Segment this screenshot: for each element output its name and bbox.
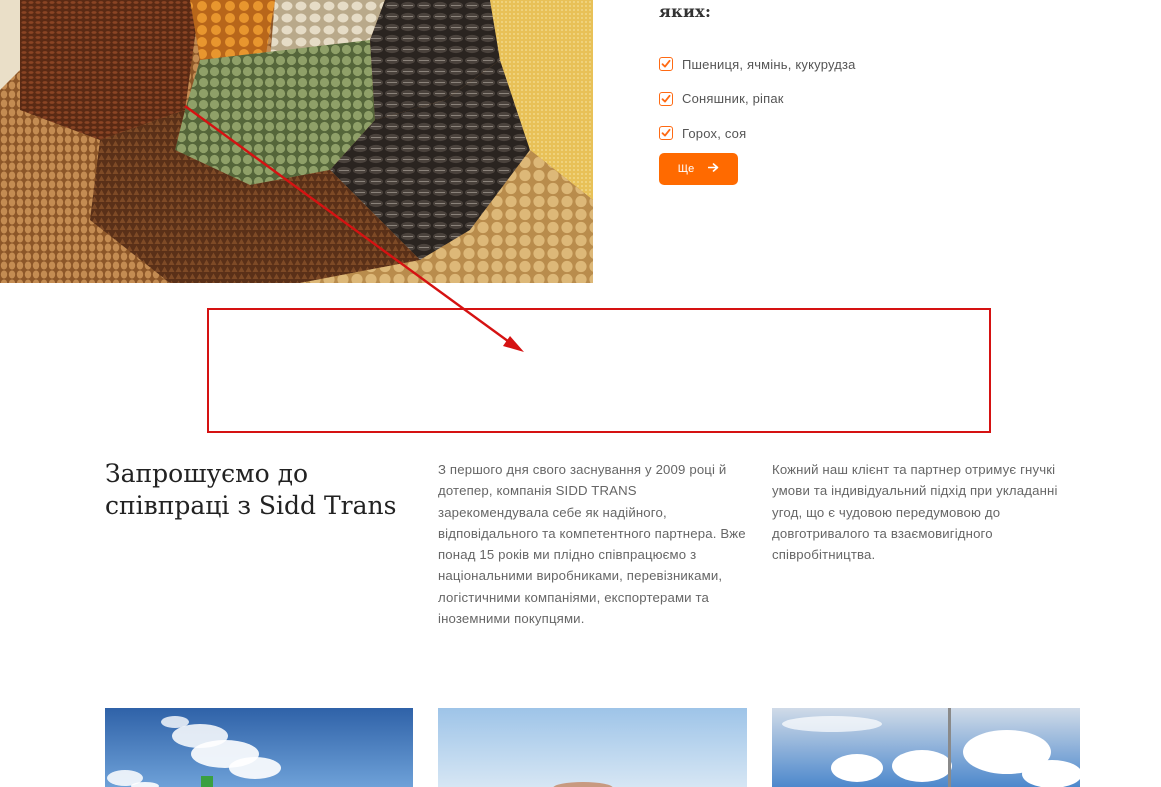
photo-field-trucks (105, 708, 413, 787)
list-item-label: Горох, соя (682, 125, 747, 141)
grains-hero-image (0, 0, 593, 283)
checkmark-icon (659, 126, 673, 141)
offer-heading: яких: (659, 2, 712, 21)
list-item: Горох, соя (659, 116, 856, 151)
client-conditions-text: Кожний наш клієнт та партнер отримує гну… (772, 462, 1058, 563)
list-item: Пшениця, ячмінь, кукурудза (659, 47, 856, 82)
checkmark-icon (659, 57, 673, 72)
invite-title: Запрошуємо до співпраці з Sidd Trans (105, 459, 397, 520)
list-item-label: Соняшник, ріпак (682, 91, 784, 107)
list-item: Соняшник, ріпак (659, 82, 856, 117)
checkmark-icon (659, 91, 673, 106)
company-history-text: З першого дня свого заснування у 2009 ро… (438, 462, 746, 627)
more-button-label: Ще (677, 163, 695, 175)
annotation-highlight-box (207, 308, 991, 433)
more-button[interactable]: Ще (659, 153, 738, 185)
arrow-right-icon (707, 163, 719, 175)
list-item-label: Пшениця, ячмінь, кукурудза (682, 56, 856, 72)
photo-grain-hands (438, 708, 747, 787)
crop-list: Пшениця, ячмінь, кукурудза Соняшник, ріп… (659, 47, 856, 151)
photo-clouds-pole (772, 708, 1080, 787)
